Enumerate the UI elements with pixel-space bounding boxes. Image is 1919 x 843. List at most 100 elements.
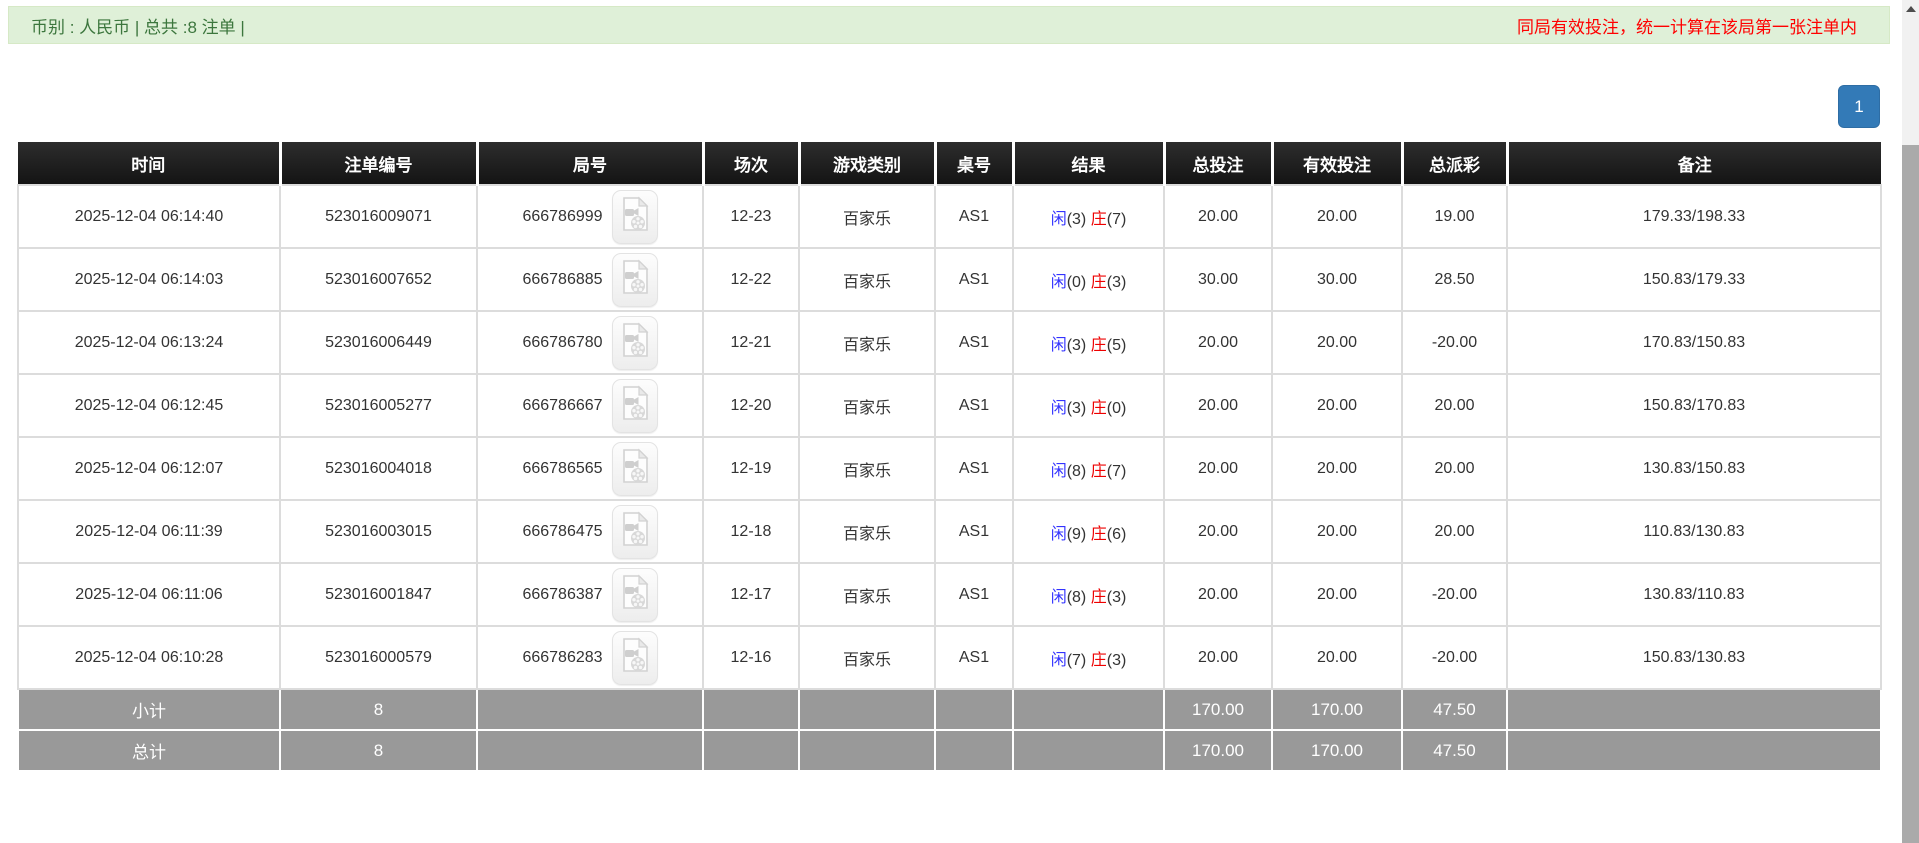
- scrollbar[interactable]: [1902, 0, 1919, 843]
- result-player-label: 闲: [1050, 651, 1067, 669]
- session-cell: 12-19: [702, 436, 800, 501]
- payout-cell: 20.00: [1401, 436, 1508, 501]
- remark-cell: 130.83/110.83: [1506, 562, 1882, 627]
- result-cell: 闲(3) 庄(0): [1012, 373, 1165, 438]
- header-row: 时间 注单编号 局号 场次 游戏类别 桌号 结果 总投注 有效投注 总派彩 备注: [18, 142, 1881, 185]
- scrollbar-thumb[interactable]: [1902, 145, 1919, 843]
- total-count: 8: [279, 729, 478, 772]
- time-cell: 2025-12-04 06:12:07: [17, 436, 281, 501]
- result-banker-label: 庄: [1090, 651, 1107, 669]
- game-type-cell: 百家乐: [798, 499, 936, 564]
- col-header-table-id: 桌号: [933, 142, 1013, 185]
- bet-id-cell: 523016006449: [279, 310, 478, 375]
- table-id-cell: AS1: [934, 625, 1014, 690]
- subtotal-payout: 47.50: [1401, 688, 1508, 731]
- result-cell: 闲(9) 庄(6): [1012, 499, 1165, 564]
- remark-cell: 130.83/150.83: [1506, 436, 1882, 501]
- remark-cell: 150.83/179.33: [1506, 247, 1882, 312]
- total-bet-link[interactable]: 20.00: [1163, 625, 1273, 690]
- valid-bet-cell: 20.00: [1271, 625, 1403, 690]
- result-banker-label: 庄: [1090, 210, 1107, 228]
- remark-cell: 110.83/130.83: [1506, 499, 1882, 564]
- scroll-up-button[interactable]: [1902, 0, 1919, 18]
- video-replay-button[interactable]: [611, 441, 658, 496]
- total-bet-link[interactable]: 20.00: [1163, 184, 1273, 249]
- bet-record-row: 2025-12-04 06:14:03 523016007652 666786885…: [17, 247, 1882, 312]
- result-banker-score: (7): [1106, 210, 1127, 228]
- session-cell: 12-22: [702, 247, 800, 312]
- settlement-notice-text: 同局有效投注，统一计算在该局第一张注单内: [1517, 17, 1857, 37]
- col-header-valid-bet: 有效投注: [1270, 142, 1402, 185]
- total-bet-link[interactable]: 20.00: [1163, 436, 1273, 501]
- total-bet-link[interactable]: 20.00: [1163, 562, 1273, 627]
- total-bet-link[interactable]: 20.00: [1163, 373, 1273, 438]
- video-replay-button[interactable]: [611, 504, 658, 559]
- col-header-game-type: 游戏类别: [797, 142, 935, 185]
- col-header-bet-id: 注单编号: [278, 142, 477, 185]
- remark-cell: 150.83/170.83: [1506, 373, 1882, 438]
- table-id-cell: AS1: [934, 373, 1014, 438]
- game-type-cell: 百家乐: [798, 310, 936, 375]
- bet-id-cell: 523016001847: [279, 562, 478, 627]
- result-banker-score: (3): [1106, 273, 1127, 291]
- valid-bet-cell: 20.00: [1271, 184, 1403, 249]
- valid-bet-cell: 20.00: [1271, 310, 1403, 375]
- round-cell: 666786565: [476, 436, 704, 501]
- bet-id-cell: 523016004018: [279, 436, 478, 501]
- video-replay-button[interactable]: [611, 315, 658, 370]
- round-cell: 666786667: [476, 373, 704, 438]
- bet-record-row: 2025-12-04 06:14:40 523016009071 666786999…: [17, 184, 1882, 249]
- total-payout: 47.50: [1401, 729, 1508, 772]
- currency-summary-text: 币别 : 人民币 | 总共 :8 注单 |: [31, 17, 245, 37]
- round-number: 666786667: [522, 396, 603, 414]
- result-player-label: 闲: [1050, 588, 1067, 606]
- time-cell: 2025-12-04 06:13:24: [17, 310, 281, 375]
- result-banker-score: (7): [1106, 462, 1127, 480]
- result-player-score: (0): [1066, 273, 1087, 291]
- video-replay-button[interactable]: [611, 378, 658, 433]
- total-bet-link[interactable]: 20.00: [1163, 499, 1273, 564]
- round-cell: 666786387: [476, 562, 704, 627]
- col-header-result: 结果: [1011, 142, 1164, 185]
- table-id-cell: AS1: [934, 247, 1014, 312]
- video-replay-button[interactable]: [611, 630, 658, 685]
- video-file-icon: [620, 196, 650, 237]
- table-id-cell: AS1: [934, 436, 1014, 501]
- total-bet-link[interactable]: 30.00: [1163, 247, 1273, 312]
- game-type-cell: 百家乐: [798, 625, 936, 690]
- result-banker-label: 庄: [1090, 399, 1107, 417]
- result-player-score: (7): [1066, 651, 1087, 669]
- table-id-cell: AS1: [934, 499, 1014, 564]
- total-label: 总计: [17, 729, 281, 772]
- round-number: 666786885: [522, 270, 603, 288]
- result-cell: 闲(0) 庄(3): [1012, 247, 1165, 312]
- payout-cell: 20.00: [1401, 373, 1508, 438]
- session-cell: 12-17: [702, 562, 800, 627]
- total-row: 总计 8 170.00 170.00 47.50: [17, 729, 1882, 772]
- table-id-cell: AS1: [934, 184, 1014, 249]
- remark-cell: 170.83/150.83: [1506, 310, 1882, 375]
- result-banker-score: (6): [1106, 525, 1127, 543]
- valid-bet-cell: 20.00: [1271, 499, 1403, 564]
- time-cell: 2025-12-04 06:11:06: [17, 562, 281, 627]
- result-banker-label: 庄: [1090, 525, 1107, 543]
- total-bet-link[interactable]: 20.00: [1163, 310, 1273, 375]
- result-player-score: (9): [1066, 525, 1087, 543]
- video-replay-button[interactable]: [611, 567, 658, 622]
- video-replay-button[interactable]: [611, 189, 658, 244]
- col-header-total-bet: 总投注: [1162, 142, 1272, 185]
- pagination-page-button[interactable]: 1: [1838, 85, 1880, 128]
- round-cell: 666786885: [476, 247, 704, 312]
- time-cell: 2025-12-04 06:14:03: [17, 247, 281, 312]
- time-cell: 2025-12-04 06:11:39: [17, 499, 281, 564]
- result-player-label: 闲: [1050, 399, 1067, 417]
- result-player-label: 闲: [1050, 273, 1067, 291]
- video-replay-button[interactable]: [611, 252, 658, 307]
- col-header-round: 局号: [475, 142, 703, 185]
- session-cell: 12-16: [702, 625, 800, 690]
- col-header-time: 时间: [18, 142, 280, 185]
- subtotal-count: 8: [279, 688, 478, 731]
- valid-bet-cell: 20.00: [1271, 373, 1403, 438]
- result-player-score: (8): [1066, 462, 1087, 480]
- result-banker-score: (3): [1106, 588, 1127, 606]
